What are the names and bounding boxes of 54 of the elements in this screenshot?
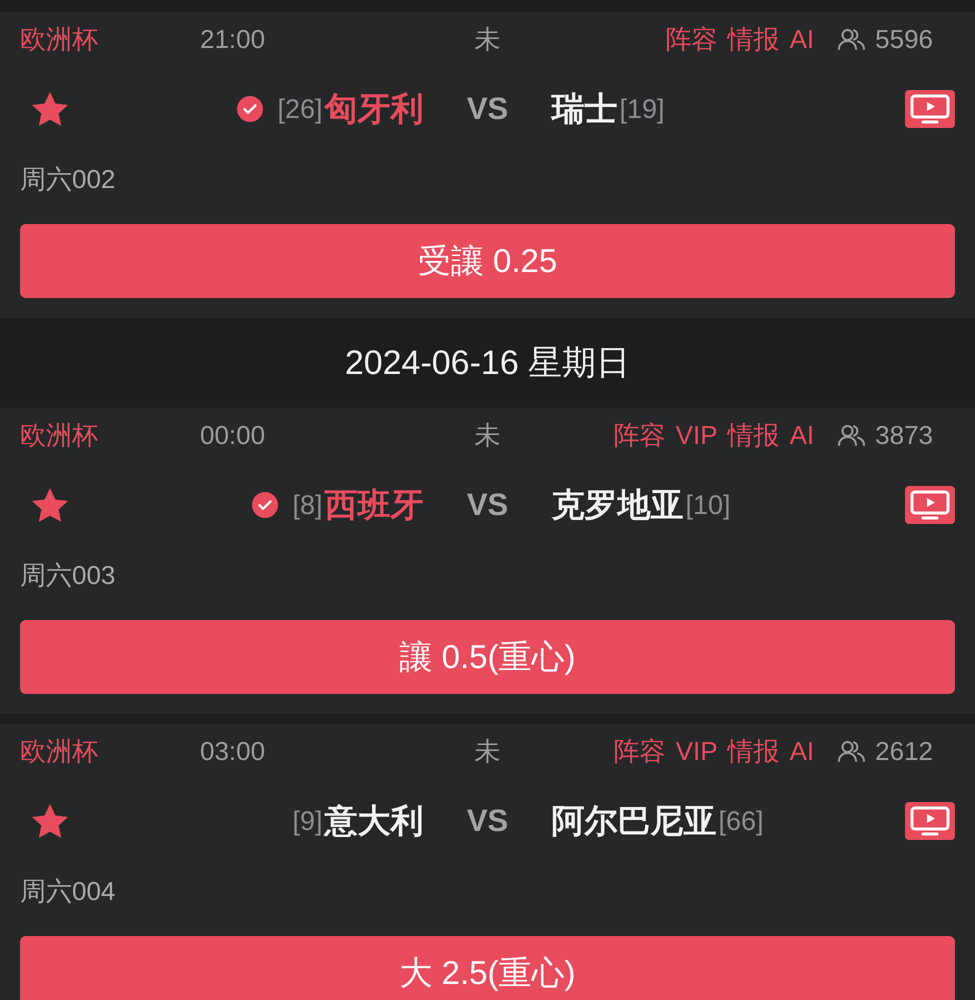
date-label: 2024-06-16 星期日 [344,343,630,384]
team-rank: [9] [292,806,322,836]
tv-play-icon[interactable] [905,802,955,840]
tv-play-icon[interactable] [905,90,955,128]
viewer-count: 2612 [875,735,933,768]
tag-link[interactable]: 阵容 [614,418,666,452]
team-rank: [19] [620,94,665,124]
tag-link[interactable]: 情报 [728,22,780,56]
team-rank: [26] [277,94,322,124]
tag-link[interactable]: 阵容 [614,734,666,768]
team-rank: [10] [686,490,731,520]
people-icon [838,28,866,50]
league-label: 欧洲杯 [20,23,99,56]
tip-button[interactable]: 大 2.5(重心) [20,936,955,1000]
team-name: 瑞士 [552,88,618,128]
vs-label: VS [466,487,510,523]
team-rank: [8] [292,490,322,520]
match-code: 周六003 [20,559,116,592]
tag-link[interactable]: 情报 [728,418,780,452]
tag-link[interactable]: 阵容 [666,22,718,56]
tag-link[interactable]: AI [790,22,814,56]
tag-link[interactable]: AI [790,734,814,768]
vs-label: VS [466,803,510,839]
star-icon[interactable] [32,488,68,522]
match-time: 03:00 [200,735,266,768]
league-label: 欧洲杯 [20,419,99,452]
tip-button[interactable]: 受讓 0.25 [20,224,955,298]
star-icon[interactable] [32,804,68,838]
people-icon [838,740,866,762]
team-name: 克罗地亚 [552,484,684,524]
match-status: 未 [474,419,500,452]
team-name: 意大利 [324,800,424,840]
team-name: 阿尔巴尼亚 [552,800,716,840]
tag-link[interactable]: VIP [676,734,718,768]
tag-link[interactable]: VIP [676,418,718,452]
match-code: 周六004 [20,875,116,908]
team-name: 西班牙 [324,484,424,524]
people-icon [838,424,866,446]
match-code: 周六002 [20,163,116,196]
team-rank: [66] [718,806,764,836]
tip-button[interactable]: 讓 0.5(重心) [20,620,955,694]
tag-link[interactable]: AI [790,418,814,452]
league-label: 欧洲杯 [20,735,99,768]
star-icon[interactable] [32,92,68,126]
match-status: 未 [474,735,500,768]
match-status: 未 [474,23,500,56]
viewer-count: 5596 [875,23,933,56]
viewer-count: 3873 [875,419,933,452]
match-time: 21:00 [200,23,266,56]
tag-link[interactable]: 情报 [728,734,780,768]
tv-play-icon[interactable] [905,486,955,524]
team-name: 匈牙利 [324,88,424,128]
vs-label: VS [466,91,510,127]
match-time: 00:00 [200,419,266,452]
